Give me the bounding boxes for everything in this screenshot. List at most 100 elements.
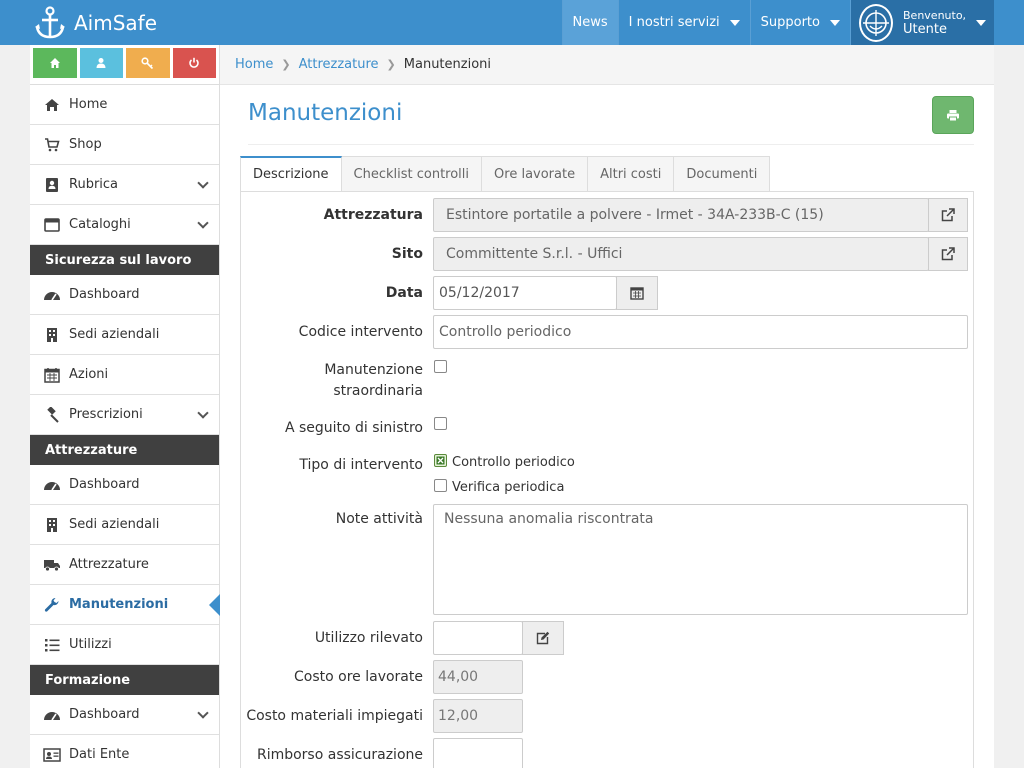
tab-altri-costi[interactable]: Altri costi	[588, 156, 675, 192]
calendar-icon	[44, 367, 60, 383]
chevron-down-icon	[197, 707, 209, 719]
date-input[interactable]: 05/12/2017	[433, 276, 617, 310]
sidebar-item-sedi-sicurezza[interactable]: Sedi aziendali	[30, 315, 219, 355]
sidebar-item-dashboard-formazione[interactable]: Dashboard	[30, 695, 219, 735]
sidebar-item-home[interactable]: Home	[30, 85, 219, 125]
sidebar-item-label: Home	[69, 97, 108, 112]
straordinaria-label-line2: straordinaria	[333, 383, 423, 399]
crosshair-icon	[863, 9, 889, 36]
sidebar-item-dati-ente[interactable]: Dati Ente	[30, 735, 219, 768]
sidebar-item-label: Utilizzi	[69, 637, 112, 652]
sidebar: Home Shop Rubrica Cataloghi Sicurezza su…	[30, 45, 220, 768]
sidebar-item-prescrizioni[interactable]: Prescrizioni	[30, 395, 219, 435]
user-icon	[96, 58, 106, 68]
dashboard-icon	[44, 481, 60, 490]
shortcut-key-button[interactable]	[126, 48, 170, 78]
sidebar-item-label: Rubrica	[69, 177, 119, 192]
sito-field: Committente S.r.l. - Uffici	[433, 237, 929, 271]
shortcut-home-button[interactable]	[33, 48, 77, 78]
chevron-down-icon	[197, 177, 209, 189]
breadcrumb-separator-icon: ❯	[386, 58, 396, 71]
sidebar-item-cataloghi[interactable]: Cataloghi	[30, 205, 219, 245]
breadcrumb-parent-link[interactable]: Attrezzature	[299, 57, 379, 72]
anchor-logo-icon	[35, 6, 65, 39]
sinistro-checkbox[interactable]	[434, 417, 447, 430]
shortcut-logout-button[interactable]	[172, 48, 216, 78]
key-icon	[141, 56, 154, 69]
tab-descrizione[interactable]: Descrizione	[240, 156, 342, 192]
sidebar-item-label: Manutenzioni	[69, 597, 169, 612]
utilizzo-label: Utilizzo rilevato	[314, 630, 423, 646]
chevron-down-icon	[197, 407, 209, 419]
utilizzo-edit-button[interactable]	[522, 621, 564, 655]
breadcrumb: Home ❯ Attrezzature ❯ Manutenzioni	[220, 45, 994, 85]
brand[interactable]: AimSafe	[34, 4, 157, 42]
costo-materiali-label: Costo materiali impiegati	[246, 708, 423, 724]
attrezzatura-field: Estintore portatile a polvere - Irmet - …	[433, 198, 929, 232]
sidebar-item-label: Shop	[69, 137, 102, 152]
list-icon	[45, 638, 60, 651]
sinistro-label: A seguito di sinistro	[284, 420, 423, 436]
straordinaria-label: Manutenzione straordinaria	[324, 360, 423, 402]
calendar-button[interactable]	[616, 276, 658, 310]
sidebar-item-manutenzioni[interactable]: Manutenzioni	[30, 585, 220, 625]
sidebar-section-sicurezza: Sicurezza sul lavoro	[30, 245, 219, 275]
breadcrumb-home-link[interactable]: Home	[235, 57, 273, 72]
nav-support[interactable]: Supporto	[749, 0, 850, 45]
print-button[interactable]	[932, 96, 974, 134]
caret-down-icon	[830, 19, 840, 26]
page-header: Manutenzioni	[248, 96, 974, 145]
shortcut-bar	[30, 45, 219, 85]
note-label: Note attività	[335, 511, 423, 527]
nav-services[interactable]: I nostri servizi	[617, 0, 750, 45]
page-title: Manutenzioni	[248, 100, 403, 126]
sidebar-item-rubrica[interactable]: Rubrica	[30, 165, 219, 205]
sidebar-item-label: Dashboard	[69, 707, 140, 722]
user-name: Utente	[903, 21, 947, 37]
home-icon	[49, 58, 60, 68]
nav-support-label: Supporto	[760, 15, 820, 30]
tipo-label: Tipo di intervento	[299, 457, 423, 473]
note-textarea[interactable]: Nessuna anomalia riscontrata	[433, 504, 968, 615]
form-panel: Attrezzatura Estintore portatile a polve…	[240, 191, 974, 768]
sidebar-item-attrezzature[interactable]: Attrezzature	[30, 545, 219, 585]
straordinaria-checkbox[interactable]	[434, 360, 447, 373]
tipo-controllo-checkbox[interactable]	[434, 454, 447, 467]
tab-ore-lavorate[interactable]: Ore lavorate	[482, 156, 589, 192]
codice-input[interactable]: Controllo periodico	[433, 315, 968, 349]
breadcrumb-separator-icon: ❯	[281, 58, 291, 71]
tipo-verifica-label: Verifica periodica	[452, 480, 565, 495]
tab-documenti[interactable]: Documenti	[674, 156, 771, 192]
sidebar-item-sedi-attrezzature[interactable]: Sedi aziendali	[30, 505, 219, 545]
sidebar-item-label: Dashboard	[69, 477, 140, 492]
rimborso-input[interactable]	[433, 738, 523, 768]
sidebar-item-shop[interactable]: Shop	[30, 125, 219, 165]
sidebar-item-dashboard-attrezzature[interactable]: Dashboard	[30, 465, 219, 505]
calendar-icon	[630, 287, 644, 300]
main-content: Home ❯ Attrezzature ❯ Manutenzioni Manut…	[220, 45, 994, 768]
external-link-icon	[941, 247, 955, 261]
costo-materiali-field: 12,00	[433, 699, 523, 733]
sito-open-button[interactable]	[928, 237, 968, 271]
utilizzo-input[interactable]	[433, 621, 523, 655]
dashboard-icon	[44, 291, 60, 300]
breadcrumb-current: Manutenzioni	[403, 57, 492, 72]
power-icon	[189, 57, 200, 68]
shortcut-user-button[interactable]	[79, 48, 123, 78]
sidebar-item-azioni[interactable]: Azioni	[30, 355, 219, 395]
edit-icon	[536, 631, 550, 645]
tipo-verifica-checkbox[interactable]	[434, 479, 447, 492]
sidebar-item-label: Cataloghi	[69, 217, 131, 232]
sidebar-item-label: Dati Ente	[69, 747, 130, 762]
tab-checklist[interactable]: Checklist controlli	[341, 156, 483, 192]
nav-news[interactable]: News	[561, 0, 618, 45]
print-icon	[947, 109, 959, 121]
wrench-icon	[44, 597, 59, 612]
user-menu[interactable]: Benvenuto, Utente	[850, 0, 994, 45]
caret-down-icon	[976, 19, 987, 26]
sidebar-item-label: Attrezzature	[69, 557, 149, 572]
attrezzatura-open-button[interactable]	[928, 198, 968, 232]
sidebar-item-dashboard-sicurezza[interactable]: Dashboard	[30, 275, 219, 315]
catalog-icon	[44, 217, 60, 232]
sidebar-item-utilizzi[interactable]: Utilizzi	[30, 625, 219, 665]
